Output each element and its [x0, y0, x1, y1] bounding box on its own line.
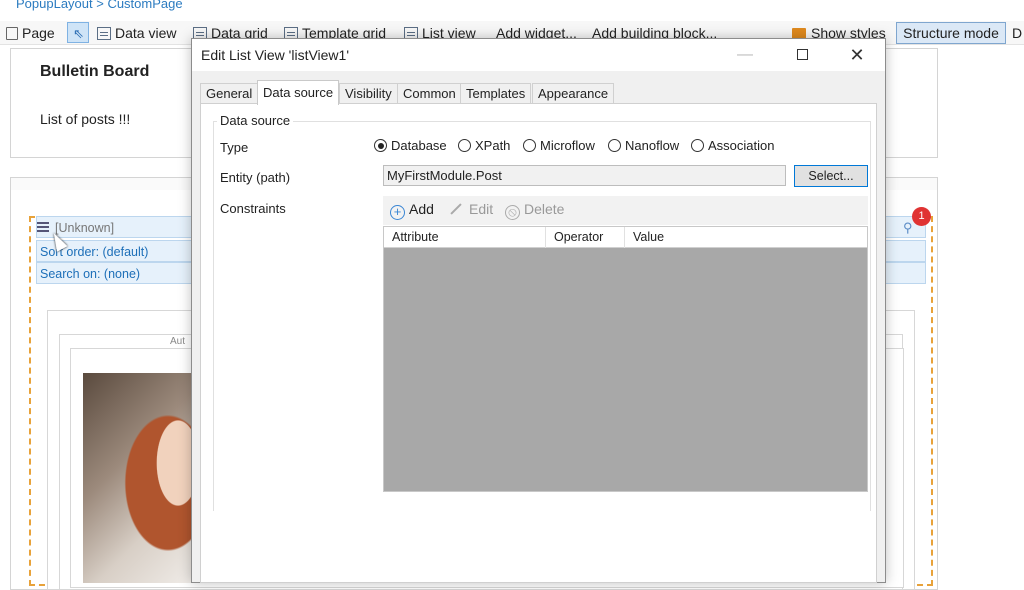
constraints-table-header: Attribute Operator Value [384, 227, 867, 248]
column-operator[interactable]: Operator [546, 227, 625, 248]
add-icon: + [390, 205, 405, 220]
column-attribute[interactable]: Attribute [384, 227, 546, 248]
radio-xpath[interactable]: XPath [458, 138, 510, 153]
constraints-toolbar: + Add Edit ⦸ Delete [383, 196, 868, 225]
add-label: Add [409, 201, 434, 217]
breadcrumb[interactable]: PopupLayout > CustomPage [16, 0, 183, 14]
radio-dot [691, 139, 704, 152]
no-entry-icon: ⦸ [505, 205, 520, 220]
close-button[interactable]: ✕ [837, 43, 877, 67]
dialog-titlebar[interactable]: Edit List View 'listView1' — ✕ [192, 39, 885, 71]
post-photo[interactable] [83, 373, 193, 583]
radio-dot [608, 139, 621, 152]
radio-dot [374, 139, 387, 152]
tab-appearance[interactable]: Appearance [532, 83, 615, 104]
select-entity-button[interactable]: Select... [794, 165, 868, 187]
pencil-icon [450, 203, 462, 215]
toolbar-page-button[interactable]: Page [6, 21, 55, 45]
data-view-icon [97, 27, 111, 40]
edit-constraint-button[interactable]: Edit [449, 201, 493, 217]
radio-microflow[interactable]: Microflow [523, 138, 595, 153]
list-view-entity: [Unknown] [55, 221, 115, 235]
toolbar-data-view-button[interactable]: Data view [97, 21, 176, 45]
column-value[interactable]: Value [625, 227, 869, 248]
toolbar-overflow[interactable]: D [1012, 21, 1022, 45]
data-source-panel: Data source Type Entity (path) Constrain… [200, 103, 877, 583]
add-constraint-button[interactable]: + Add [390, 201, 434, 220]
radio-nanoflow-label: Nanoflow [625, 138, 680, 153]
structure-mode-toggle[interactable]: Structure mode [896, 22, 1006, 44]
entity-path-field[interactable]: MyFirstModule.Post [383, 165, 786, 186]
minimize-button[interactable]: — [725, 43, 765, 67]
radio-association-label: Association [708, 138, 775, 153]
link-icon[interactable]: ⚲ [903, 220, 913, 236]
group-label: Data source [217, 113, 294, 128]
bulletin-title[interactable]: Bulletin Board [40, 63, 149, 81]
radio-microflow-label: Microflow [540, 138, 595, 153]
toolbar-page-label: Page [22, 25, 55, 41]
edit-list-view-dialog[interactable]: Edit List View 'listView1' — ✕ General D… [191, 38, 886, 583]
error-badge[interactable]: 1 [912, 207, 931, 226]
tab-templates[interactable]: Templates [460, 83, 532, 104]
tab-data-source[interactable]: Data source [257, 80, 340, 105]
edit-label: Edit [469, 201, 494, 217]
radio-nanoflow[interactable]: Nanoflow [608, 138, 679, 153]
pointer-tool-button[interactable]: ⇖ [67, 22, 89, 43]
page-icon [6, 27, 18, 40]
radio-database[interactable]: Database [374, 138, 447, 153]
radio-xpath-label: XPath [475, 138, 511, 153]
radio-dot [458, 139, 471, 152]
delete-label: Delete [524, 201, 565, 217]
radio-database-label: Database [391, 138, 447, 153]
radio-dot [523, 139, 536, 152]
tab-common[interactable]: Common [397, 83, 462, 104]
tab-general[interactable]: General [200, 83, 259, 104]
maximize-button[interactable] [782, 43, 822, 67]
auto-label: Aut [170, 336, 186, 347]
constraints-table[interactable]: Attribute Operator Value [383, 226, 868, 492]
constraints-label: Constraints [220, 201, 286, 216]
radio-association[interactable]: Association [691, 138, 774, 153]
list-of-posts-text[interactable]: List of posts !!! [40, 111, 130, 127]
pointer-icon: ⇖ [73, 26, 84, 41]
list-view-icon [37, 222, 49, 234]
entity-label: Entity (path) [220, 170, 291, 185]
type-label: Type [220, 140, 249, 155]
tab-visibility[interactable]: Visibility [339, 83, 398, 104]
toolbar-data-view-label: Data view [115, 25, 177, 41]
dialog-title: Edit List View 'listView1' [201, 47, 350, 63]
delete-constraint-button[interactable]: ⦸ Delete [505, 201, 564, 220]
maximize-icon [796, 49, 808, 60]
